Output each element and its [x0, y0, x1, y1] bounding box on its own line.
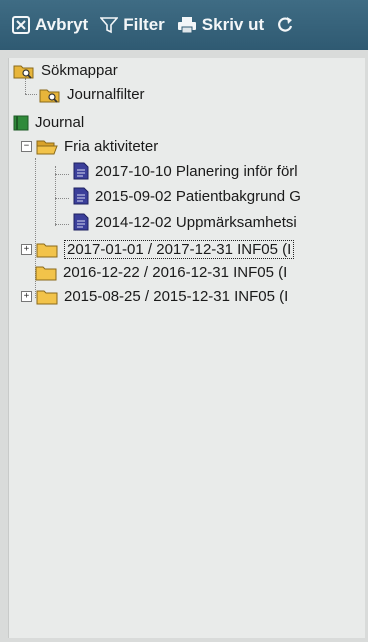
period-label: 2016-12-22 / 2016-12-31 INF05 (I: [63, 264, 288, 281]
document-icon: [73, 162, 89, 180]
collapse-toggle[interactable]: −: [21, 141, 32, 152]
document-label: 2015-09-02 Patientbakgrund G: [95, 187, 301, 205]
journal-book-icon: [13, 115, 29, 130]
folder-open-icon: [36, 140, 58, 154]
document-label: 2014-12-02 Uppmärksamhetsi: [95, 213, 297, 231]
toolbar: Avbryt Filter Skriv ut: [0, 0, 368, 50]
filter-label: Filter: [123, 15, 165, 34]
journal-filter-label: Journalfilter: [67, 86, 145, 103]
folder-icon: [35, 266, 57, 280]
tree-node-search-folders[interactable]: Sökmappar: [13, 62, 118, 79]
free-activities-label: Fria aktiviteter: [64, 138, 159, 155]
tree-node-document[interactable]: 2017-10-10 Planering inför förl: [73, 162, 298, 180]
printer-icon: [177, 17, 196, 34]
cancel-button[interactable]: Avbryt: [12, 15, 88, 35]
search-folder-icon: [39, 89, 60, 103]
document-icon: [73, 213, 89, 231]
tree-node-journal[interactable]: Journal: [13, 114, 84, 131]
tree-connector: [55, 224, 69, 225]
period-label: 2015-08-25 / 2015-12-31 INF05 (I: [64, 288, 289, 305]
document-label: 2017-10-10 Planering inför förl: [95, 162, 298, 180]
tree-connector: [55, 198, 69, 199]
print-label: Skriv ut: [201, 15, 265, 34]
tree-connector: [25, 78, 26, 94]
period-label: 2017-01-01 / 2017-12-31 INF05 (I: [64, 240, 295, 259]
tree-node-period[interactable]: + 2015-08-25 / 2015-12-31 INF05 (I: [21, 288, 288, 305]
tree-connector: [25, 94, 37, 95]
tree-node-journal-filter[interactable]: Journalfilter: [39, 86, 145, 103]
filter-button[interactable]: Filter: [100, 15, 165, 35]
filter-icon: [100, 17, 119, 34]
document-icon: [73, 187, 89, 205]
journal-label: Journal: [35, 114, 85, 131]
tree-connector: [55, 166, 56, 226]
close-icon: [12, 16, 30, 34]
tree-node-document[interactable]: 2014-12-02 Uppmärksamhetsi: [73, 213, 297, 231]
print-button[interactable]: Skriv ut: [177, 15, 264, 35]
refresh-button[interactable]: [276, 16, 299, 34]
tree-connector: [55, 174, 69, 175]
tree-node-document[interactable]: 2015-09-02 Patientbakgrund G: [73, 187, 301, 205]
folder-icon: [36, 243, 58, 257]
search-folder-icon: [13, 65, 34, 79]
tree-node-period[interactable]: + 2017-01-01 / 2017-12-31 INF05 (I: [21, 240, 295, 259]
journal-tree: Sökmappar Journalfilter Journal − Fria a…: [8, 58, 365, 638]
folder-icon: [36, 290, 58, 304]
tree-node-period[interactable]: 2016-12-22 / 2016-12-31 INF05 (I: [35, 264, 287, 281]
cancel-label: Avbryt: [35, 15, 89, 34]
search-folders-label: Sökmappar: [41, 62, 118, 79]
expand-toggle[interactable]: +: [21, 291, 32, 302]
refresh-icon: [278, 17, 293, 32]
expand-toggle[interactable]: +: [21, 244, 32, 255]
tree-node-free-activities[interactable]: − Fria aktiviteter: [21, 138, 158, 155]
